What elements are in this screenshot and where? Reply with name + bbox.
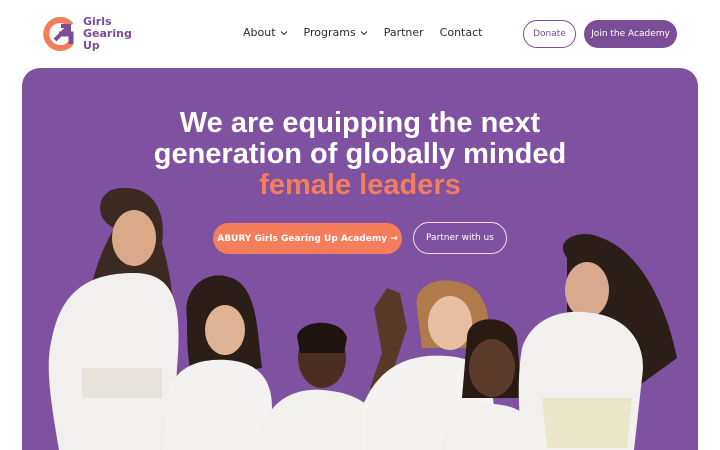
girl-2-figure xyxy=(163,275,272,450)
hero-headline: We are equipping the next generation of … xyxy=(22,108,698,201)
brand-logo[interactable]: Girls Gearing Up xyxy=(41,14,141,54)
nav-item-contact[interactable]: Contact xyxy=(440,26,483,39)
hero-section: We are equipping the next generation of … xyxy=(22,68,698,450)
chevron-down-icon xyxy=(280,30,287,35)
nav-item-label: Programs xyxy=(303,26,356,39)
brand-name-line3: Up xyxy=(83,39,100,52)
headline-line-1: We are equipping the next xyxy=(179,107,541,139)
nav-item-partner[interactable]: Partner xyxy=(384,26,424,39)
academy-cta-button[interactable]: ABURY Girls Gearing Up Academy → xyxy=(213,223,402,254)
logo-g-arrow-icon xyxy=(43,17,74,51)
chevron-down-icon xyxy=(360,30,368,35)
brand-wordmark: Girls Gearing Up xyxy=(83,16,132,52)
donate-button[interactable]: Donate xyxy=(523,20,576,48)
nav-item-label: Contact xyxy=(439,26,483,39)
nav-item-about[interactable]: About xyxy=(243,26,288,39)
girl-6-figure xyxy=(518,234,677,450)
girl-1-figure xyxy=(48,187,179,450)
join-academy-button[interactable]: Join the Academy xyxy=(584,20,677,48)
nav-item-label: Partner xyxy=(383,26,424,39)
partner-cta-button[interactable]: Partner with us xyxy=(413,222,507,254)
main-nav: About Programs Partner Contact xyxy=(243,26,498,39)
headline-accent: female leaders xyxy=(259,169,461,201)
nav-item-programs[interactable]: Programs xyxy=(304,26,368,39)
site-header: Girls Gearing Up About Programs Partner … xyxy=(0,0,720,68)
nav-item-label: About xyxy=(243,26,276,39)
headline-line-2: generation of globally minded xyxy=(153,138,567,170)
